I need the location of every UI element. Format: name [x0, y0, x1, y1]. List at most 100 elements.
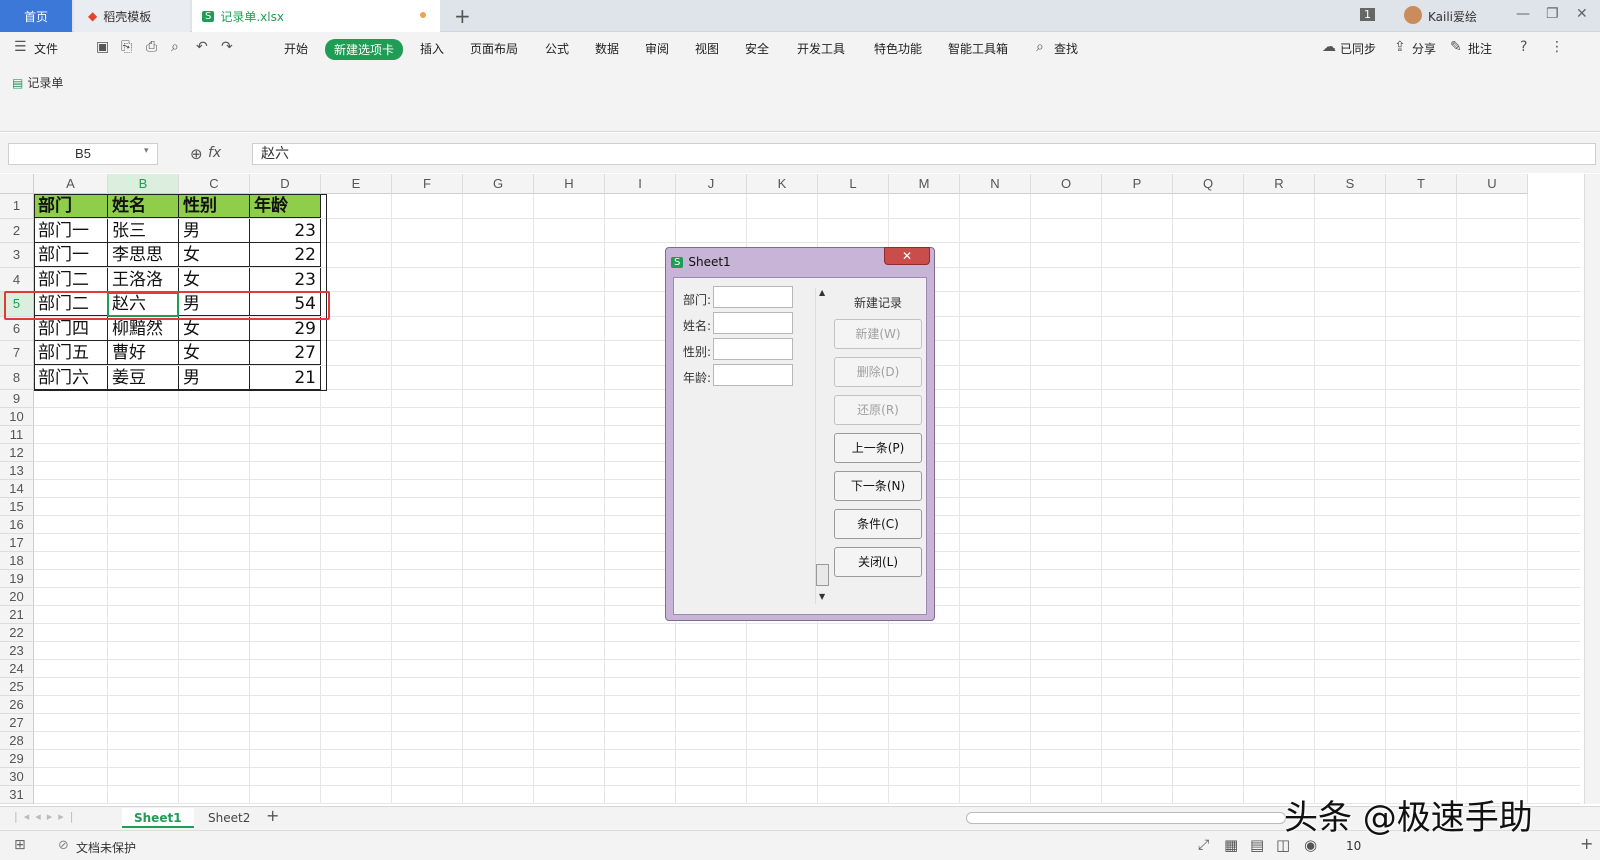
row-header-22[interactable]: 22: [0, 624, 34, 642]
horizontal-scrollbar[interactable]: [966, 812, 1286, 824]
print-preview-icon[interactable]: ⌕: [171, 39, 179, 55]
menu-sync[interactable]: 已同步: [1340, 40, 1376, 57]
menu-layout[interactable]: 页面布局: [470, 40, 518, 57]
row-header-1[interactable]: 1: [0, 194, 34, 219]
minimize-icon[interactable]: —: [1516, 6, 1530, 22]
gender-input[interactable]: [713, 338, 793, 360]
table-cell[interactable]: 女: [179, 316, 250, 341]
row-header-11[interactable]: 11: [0, 426, 34, 444]
col-header-s[interactable]: S: [1315, 174, 1386, 194]
menu-smart[interactable]: 智能工具箱: [948, 40, 1008, 57]
table-cell[interactable]: 部门六: [34, 365, 108, 390]
row-header-31[interactable]: 31: [0, 786, 34, 804]
scroll-up-icon[interactable]: ▲: [819, 288, 825, 297]
table-cell[interactable]: 部门一: [34, 243, 108, 267]
row-header-24[interactable]: 24: [0, 660, 34, 678]
col-header-u[interactable]: U: [1457, 174, 1528, 194]
row-header-10[interactable]: 10: [0, 408, 34, 426]
macro-icon[interactable]: ⊞: [14, 837, 26, 853]
page-break-icon[interactable]: ▤: [1250, 836, 1264, 854]
col-header-m[interactable]: M: [889, 174, 960, 194]
menu-formula[interactable]: 公式: [545, 40, 569, 57]
formula-input[interactable]: 赵六: [252, 143, 1596, 165]
criteria-button[interactable]: 条件(C): [834, 509, 922, 539]
col-header-j[interactable]: J: [676, 174, 747, 194]
select-all-corner[interactable]: [0, 174, 34, 194]
new-tab-plus-icon[interactable]: +: [454, 4, 471, 28]
row-header-4[interactable]: 4: [0, 267, 34, 292]
col-header-o[interactable]: O: [1031, 174, 1102, 194]
sheet-nav-icon[interactable]: |◂◂▸▸|: [14, 810, 80, 823]
record-form-button[interactable]: ▤ 记录单: [12, 74, 63, 91]
table-cell[interactable]: 29: [250, 316, 321, 341]
col-header-t[interactable]: T: [1386, 174, 1457, 194]
table-header-cell[interactable]: 部门: [34, 194, 108, 218]
row-header-16[interactable]: 16: [0, 516, 34, 534]
menu-share[interactable]: 分享: [1412, 40, 1436, 57]
row-header-19[interactable]: 19: [0, 570, 34, 588]
sheet-tab-1[interactable]: Sheet1: [122, 808, 194, 828]
row-header-21[interactable]: 21: [0, 606, 34, 624]
row-header-12[interactable]: 12: [0, 444, 34, 462]
col-header-a[interactable]: A: [34, 174, 108, 194]
zoom-level[interactable]: 10: [1346, 839, 1361, 853]
protect-status[interactable]: 文档未保护: [76, 839, 136, 856]
row-header-23[interactable]: 23: [0, 642, 34, 660]
age-input[interactable]: [713, 364, 793, 386]
table-cell[interactable]: 王洛洛: [108, 267, 179, 292]
row-header-8[interactable]: 8: [0, 365, 34, 390]
restore-button[interactable]: 还原(R): [834, 395, 922, 425]
table-cell[interactable]: 女: [179, 341, 250, 365]
row-header-17[interactable]: 17: [0, 534, 34, 552]
scroll-thumb[interactable]: [816, 564, 829, 586]
fx-icon[interactable]: fx: [208, 145, 221, 161]
menu-file[interactable]: 文件: [34, 40, 58, 57]
row-header-26[interactable]: 26: [0, 696, 34, 714]
table-header-cell[interactable]: 姓名: [108, 194, 179, 218]
col-header-k[interactable]: K: [747, 174, 818, 194]
undo-icon[interactable]: ↶: [196, 39, 208, 55]
menu-security[interactable]: 安全: [745, 40, 769, 57]
col-header-l[interactable]: L: [818, 174, 889, 194]
redo-icon[interactable]: ↷: [221, 39, 233, 55]
next-button[interactable]: 下一条(N): [834, 471, 922, 501]
name-box[interactable]: B5: [8, 143, 158, 165]
col-header-e[interactable]: E: [321, 174, 392, 194]
save-icon[interactable]: ▣: [96, 39, 109, 55]
table-cell[interactable]: 姜豆: [108, 365, 179, 390]
tab-templates[interactable]: ◆ 稻壳模板: [74, 0, 190, 32]
table-cell[interactable]: 男: [179, 218, 250, 243]
row-header-5[interactable]: 5: [0, 292, 34, 317]
menu-data[interactable]: 数据: [595, 40, 619, 57]
row-header-18[interactable]: 18: [0, 552, 34, 570]
row-header-7[interactable]: 7: [0, 341, 34, 366]
table-cell[interactable]: 23: [250, 267, 321, 292]
col-header-g[interactable]: G: [463, 174, 534, 194]
search-icon[interactable]: ⌕: [1036, 39, 1044, 55]
row-header-28[interactable]: 28: [0, 732, 34, 750]
row-header-13[interactable]: 13: [0, 462, 34, 480]
close-button[interactable]: 关闭(L): [834, 547, 922, 577]
col-header-h[interactable]: H: [534, 174, 605, 194]
table-cell[interactable]: 男: [179, 292, 250, 316]
zoom-in-icon[interactable]: +: [1580, 834, 1593, 853]
table-cell[interactable]: 女: [179, 267, 250, 292]
menu-new-tab[interactable]: 新建选项卡: [325, 39, 404, 60]
new-button[interactable]: 新建(W): [834, 319, 922, 349]
table-cell[interactable]: 部门二: [34, 292, 108, 316]
col-header-f[interactable]: F: [392, 174, 463, 194]
dept-input[interactable]: [713, 286, 793, 308]
hamburger-icon[interactable]: ☰: [14, 39, 27, 55]
row-header-14[interactable]: 14: [0, 480, 34, 498]
table-cell[interactable]: 女: [179, 243, 250, 267]
vertical-scrollbar[interactable]: [1584, 174, 1600, 804]
table-cell[interactable]: 22: [250, 243, 321, 267]
menu-review[interactable]: 审阅: [645, 40, 669, 57]
table-cell[interactable]: 部门一: [34, 218, 108, 243]
table-header-cell[interactable]: 年龄: [250, 194, 321, 218]
col-header-q[interactable]: Q: [1173, 174, 1244, 194]
table-header-cell[interactable]: 性别: [179, 194, 250, 218]
menu-comment[interactable]: 批注: [1468, 40, 1492, 57]
window-count-badge[interactable]: 1: [1360, 8, 1375, 21]
add-sheet-icon[interactable]: +: [266, 806, 279, 825]
